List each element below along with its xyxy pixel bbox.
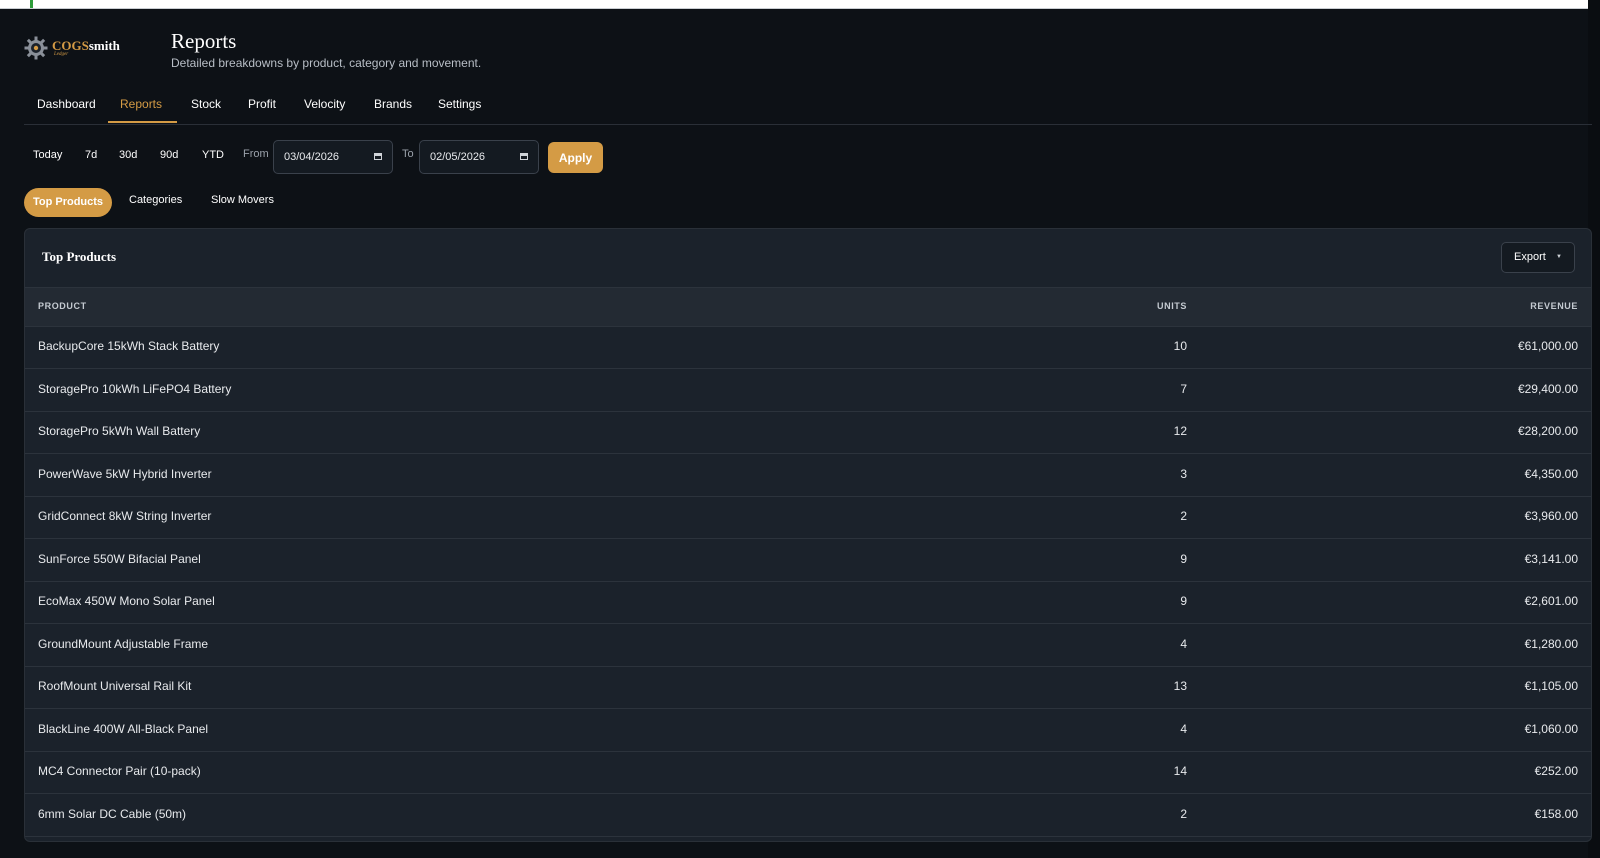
product-cell: 6mm Solar DC Cable (50m)	[38, 806, 187, 821]
product-cell: GroundMount Adjustable Frame	[38, 636, 209, 651]
product-cell: StoragePro 10kWh LiFePO4 Battery	[38, 381, 232, 396]
from-label: From	[243, 148, 269, 160]
from-date-input[interactable]: 03/04/2026	[273, 140, 393, 174]
revenue-cell: €61,000.00	[1517, 339, 1578, 353]
table-row[interactable]: StoragePro 5kWh Wall Battery 12 €28,200.00	[25, 410, 1591, 454]
browser-top-bar	[0, 0, 1588, 9]
revenue-cell: €28,200.00	[1517, 424, 1578, 438]
nav-item-stock[interactable]: Stock	[191, 97, 221, 111]
revenue-cell: €4,350.00	[1524, 466, 1578, 481]
page-title: Reports	[171, 29, 237, 53]
units-cell: 2	[1180, 509, 1187, 523]
main-nav: Dashboard Reports Stock Profit Velocity …	[24, 88, 1592, 125]
revenue-cell: €29,400.00	[1517, 381, 1578, 396]
product-cell: GridConnect 8kW String Inverter	[38, 509, 212, 523]
nav-item-velocity[interactable]: Velocity	[304, 97, 345, 111]
table-row[interactable]: BackupCore 15kWh Stack Battery 10 €61,000.…	[25, 325, 1591, 369]
table-row[interactable]: 6mm Solar DC Cable (50m) 2 €158.00	[25, 793, 1591, 837]
apply-button[interactable]: Apply	[548, 142, 603, 173]
to-date-input[interactable]: 02/05/2026	[419, 140, 539, 174]
table-row[interactable]: StoragePro 10kWh LiFePO4 Battery 7 €29,400…	[25, 368, 1591, 412]
brand-logo[interactable]: COGSsmith Ledger	[24, 36, 120, 60]
tab-categories[interactable]: Categories	[129, 194, 182, 206]
units-cell: 12	[1173, 424, 1187, 438]
range-7d-button[interactable]: 7d	[85, 149, 97, 161]
from-date-value: 03/04/2026	[284, 151, 340, 163]
revenue-cell: €252.00	[1534, 764, 1578, 778]
top-products-panel: Top Products Export ▼ PRODUCT UNITS REVE…	[24, 228, 1592, 842]
product-cell: BackupCore 15kWh Stack Battery	[38, 339, 220, 353]
range-today-button[interactable]: Today	[33, 149, 62, 161]
units-cell: 10	[1173, 339, 1187, 353]
table-row[interactable]: SunForce 550W Bifacial Panel 9 €3,141.00	[25, 538, 1591, 582]
revenue-cell: €158.00	[1534, 806, 1578, 821]
units-cell: 7	[1180, 381, 1187, 396]
column-header-units[interactable]: UNITS	[1157, 301, 1187, 311]
calendar-icon[interactable]	[520, 153, 528, 160]
revenue-cell: €3,141.00	[1524, 551, 1578, 566]
calendar-icon[interactable]	[374, 153, 382, 160]
product-cell: EcoMax 450W Mono Solar Panel	[38, 594, 215, 608]
to-label: To	[402, 148, 414, 160]
revenue-cell: €1,280.00	[1524, 636, 1578, 651]
table-header: PRODUCT UNITS REVENUE	[25, 287, 1591, 327]
table-row[interactable]: GroundMount Adjustable Frame 4 €1,280.00	[25, 623, 1591, 667]
units-cell: 9	[1180, 594, 1187, 608]
product-cell: BlackLine 400W All-Black Panel	[38, 721, 209, 736]
range-ytd-button[interactable]: YTD	[202, 149, 224, 161]
brand-name-rest: smith	[88, 38, 120, 53]
tab-top-products[interactable]: Top Products	[24, 188, 112, 217]
column-header-product[interactable]: PRODUCT	[38, 301, 87, 311]
units-cell: 14	[1173, 764, 1187, 778]
table-row[interactable]: MC4 Connector Pair (10-pack) 14 €252.00	[25, 750, 1591, 794]
product-cell: PowerWave 5kW Hybrid Inverter	[38, 466, 212, 481]
table-row[interactable]: RoofMount Universal Rail Kit 13 €1,105.00	[25, 665, 1591, 709]
nav-item-settings[interactable]: Settings	[438, 97, 481, 111]
table-row[interactable]: GridConnect 8kW String Inverter 2 €3,960.0…	[25, 495, 1591, 539]
export-button[interactable]: Export ▼	[1501, 242, 1575, 273]
table-row[interactable]: BlackLine 400W All-Black Panel 4 €1,060.00	[25, 708, 1591, 752]
revenue-cell: €1,105.00	[1524, 679, 1578, 693]
text-cursor	[30, 0, 33, 8]
panel-title: Top Products	[42, 249, 117, 264]
units-cell: 3	[1180, 466, 1187, 481]
to-date-value: 02/05/2026	[430, 151, 486, 163]
table-row[interactable]: PowerWave 5kW Hybrid Inverter 3 €4,350.00	[25, 453, 1591, 497]
units-cell: 2	[1180, 806, 1187, 821]
units-cell: 4	[1180, 721, 1187, 736]
column-header-revenue[interactable]: REVENUE	[1530, 301, 1578, 311]
table-row[interactable]: EcoMax 450W Mono Solar Panel 9 €2,601.00	[25, 580, 1591, 624]
revenue-cell: €2,601.00	[1524, 594, 1578, 608]
caret-down-icon: ▼	[1556, 254, 1562, 260]
range-30d-button[interactable]: 30d	[119, 149, 137, 161]
product-cell: SunForce 550W Bifacial Panel	[38, 551, 201, 566]
nav-active-indicator	[108, 121, 177, 123]
product-cell: StoragePro 5kWh Wall Battery	[38, 424, 201, 438]
page-subtitle: Detailed breakdowns by product, category…	[171, 56, 482, 70]
nav-item-dashboard[interactable]: Dashboard	[37, 97, 96, 111]
units-cell: 9	[1180, 551, 1187, 566]
gear-icon	[24, 36, 48, 60]
product-cell: MC4 Connector Pair (10-pack)	[38, 764, 201, 778]
nav-item-reports[interactable]: Reports	[120, 97, 162, 111]
range-90d-button[interactable]: 90d	[160, 149, 178, 161]
nav-item-profit[interactable]: Profit	[248, 97, 276, 111]
brand-name-accent: COGS	[52, 38, 89, 53]
revenue-cell: €3,960.00	[1524, 509, 1578, 523]
units-cell: 4	[1180, 636, 1187, 651]
product-cell: RoofMount Universal Rail Kit	[38, 679, 192, 693]
revenue-cell: €1,060.00	[1524, 721, 1578, 736]
units-cell: 13	[1173, 679, 1187, 693]
export-label: Export	[1514, 251, 1546, 263]
tab-slow-movers[interactable]: Slow Movers	[211, 194, 274, 206]
nav-item-brands[interactable]: Brands	[374, 97, 412, 111]
